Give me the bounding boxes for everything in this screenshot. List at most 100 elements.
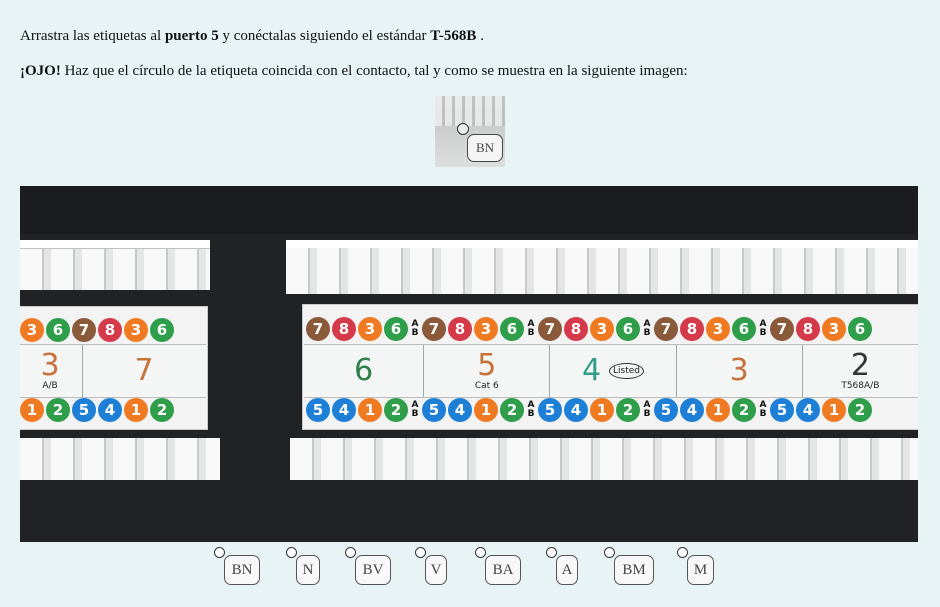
- tag-circle-icon: [475, 547, 486, 558]
- label-strip-left: 3 A/B 7: [20, 344, 206, 398]
- tag-circle-icon: [415, 547, 426, 558]
- pin-contact: 2: [384, 398, 408, 422]
- patch-panel-image: 367836 3 A/B 7 125412 7836AB7836AB7836AB…: [20, 186, 918, 542]
- pin-contact: 6: [616, 317, 640, 341]
- target-circle-icon: [457, 123, 469, 135]
- pin-contact: 3: [20, 318, 44, 342]
- port-number: 4: [581, 353, 602, 388]
- pin-contact: 5: [538, 398, 562, 422]
- pin-contact: 4: [680, 398, 704, 422]
- ab-marker: AB: [759, 319, 767, 338]
- pin-contact: 8: [98, 318, 122, 342]
- pin-contact: 7: [422, 317, 446, 341]
- tag-circle-icon: [286, 547, 297, 558]
- instruction-line-1: Arrastra las etiquetas al puerto 5 y con…: [20, 28, 484, 45]
- pin-contact: 8: [332, 317, 356, 341]
- ab-marker: AB: [759, 400, 767, 419]
- pin-contact: 1: [706, 398, 730, 422]
- port-cell-4: 4 Listed: [550, 345, 677, 397]
- pin-contact: 3: [474, 317, 498, 341]
- pin-contact: 4: [332, 398, 356, 422]
- port-cell: 7: [83, 345, 205, 397]
- port-cell-3: 3: [677, 345, 803, 397]
- ab-marker: AB: [643, 319, 651, 338]
- bottom-ribs-left: [20, 438, 220, 480]
- pin-contact: 7: [306, 317, 330, 341]
- instruction-text: Arrastra las etiquetas al: [20, 28, 165, 44]
- pin-contact: 6: [500, 317, 524, 341]
- port-caption: T568A/B: [841, 381, 880, 391]
- pin-contact: 6: [732, 317, 756, 341]
- pin-contact: 1: [124, 398, 148, 422]
- pin-contact: 5: [422, 398, 446, 422]
- tag-label[interactable]: N: [296, 555, 320, 585]
- port-number: 5: [477, 348, 497, 383]
- pin-contact: 6: [848, 317, 872, 341]
- pin-contact: 6: [150, 318, 174, 342]
- pin-row-bottom-main: 5412AB5412AB5412AB5412AB5412: [306, 397, 872, 423]
- instruction-line-2: ¡OJO! Haz que el círculo de la etiqueta …: [20, 63, 688, 80]
- tag-label[interactable]: BN: [224, 555, 260, 585]
- tag-label[interactable]: BA: [485, 555, 521, 585]
- port-number: 7: [134, 353, 154, 388]
- instruction-text: Haz que el círculo de la etiqueta coinci…: [60, 63, 688, 79]
- pin-contact: 3: [590, 317, 614, 341]
- pin-row-bottom-left: 125412: [20, 397, 174, 423]
- port-number: 2: [850, 348, 870, 383]
- pin-contact: 7: [770, 317, 794, 341]
- port-number: 3: [729, 353, 749, 388]
- warning-label: ¡OJO!: [20, 63, 61, 79]
- ab-marker: AB: [411, 319, 419, 338]
- ab-marker: AB: [527, 319, 535, 338]
- pin-row-top-left: 367836: [20, 317, 174, 343]
- pin-contact: 6: [46, 318, 70, 342]
- panel-top-bar: [20, 186, 918, 234]
- pin-contact: 2: [500, 398, 524, 422]
- tag-circle-icon: [677, 547, 688, 558]
- rib-cap: [20, 240, 210, 249]
- pin-contact: 4: [98, 398, 122, 422]
- pin-contact: 4: [796, 398, 820, 422]
- pin-contact: 8: [796, 317, 820, 341]
- label-strip-main: 6 5 Cat 6 4 Listed 3 2 T568A/B: [304, 344, 918, 398]
- tag-label[interactable]: A: [556, 555, 578, 585]
- pin-contact: 8: [680, 317, 704, 341]
- port-caption: Cat 6: [474, 381, 499, 391]
- ab-marker: AB: [411, 400, 419, 419]
- pin-contact: 6: [384, 317, 408, 341]
- pin-contact: 7: [538, 317, 562, 341]
- pin-contact: 5: [306, 398, 330, 422]
- pin-contact: 2: [150, 398, 174, 422]
- pin-contact: 8: [448, 317, 472, 341]
- tag-label[interactable]: BV: [355, 555, 391, 585]
- pin-contact: 3: [358, 317, 382, 341]
- pin-contact: 5: [654, 398, 678, 422]
- pin-contact: 2: [616, 398, 640, 422]
- pin-contact: 2: [732, 398, 756, 422]
- ab-marker: AB: [643, 400, 651, 419]
- port-cell: 3 A/B: [20, 345, 83, 397]
- bottom-ribs-main: [290, 438, 918, 480]
- pin-contact: 3: [822, 317, 846, 341]
- pin-contact: 1: [358, 398, 382, 422]
- tag-circle-icon: [546, 547, 557, 558]
- pin-contact: 3: [124, 318, 148, 342]
- port-caption: A/B: [42, 381, 58, 391]
- pin-contact: 1: [474, 398, 498, 422]
- port-highlight: puerto 5: [164, 28, 219, 44]
- pin-contact: 1: [20, 398, 44, 422]
- tag-circle-icon: [604, 547, 615, 558]
- pin-contact: 7: [654, 317, 678, 341]
- pin-contact: 8: [564, 317, 588, 341]
- tag-label[interactable]: V: [425, 555, 447, 585]
- pin-contact: 4: [448, 398, 472, 422]
- tag-label[interactable]: BM: [614, 555, 654, 585]
- pin-contact: 1: [822, 398, 846, 422]
- port-cell-6: 6: [304, 345, 425, 397]
- tag-label[interactable]: M: [687, 555, 714, 585]
- draggable-tags: BN N BV V BA A BM M: [0, 545, 940, 605]
- example-tag: BN: [467, 134, 503, 162]
- pin-row-top-main: 7836AB7836AB7836AB7836AB7836: [306, 316, 872, 342]
- example-ribs: [435, 96, 505, 126]
- port-number: 6: [354, 353, 374, 388]
